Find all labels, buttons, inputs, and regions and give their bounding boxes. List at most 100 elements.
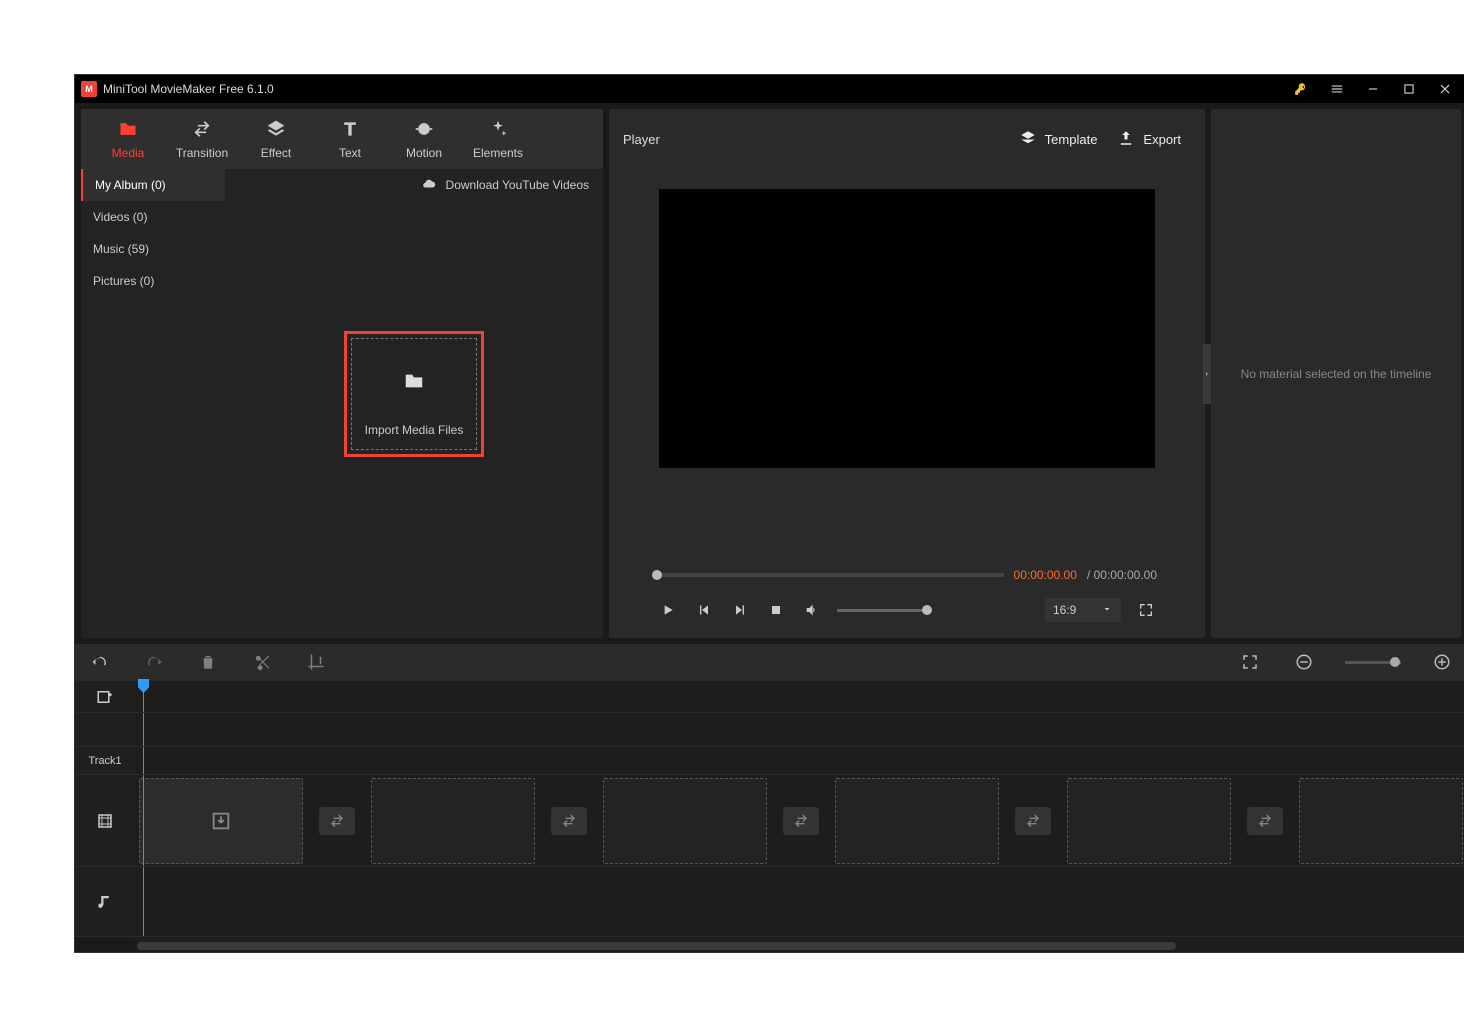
tab-effect[interactable]: Effect	[239, 109, 313, 169]
audio-track-icon	[75, 867, 135, 936]
app-window: M MiniTool MovieMaker Free 6.1.0 Media T…	[74, 74, 1464, 953]
download-youtube-button[interactable]: Download YouTube Videos	[225, 169, 603, 201]
zoom-thumb[interactable]	[1390, 657, 1400, 667]
add-track-button[interactable]	[75, 681, 135, 712]
timeline: Track1	[75, 680, 1464, 952]
prev-frame-button[interactable]	[693, 599, 715, 621]
clip-slot[interactable]	[139, 778, 303, 864]
properties-empty-message: No material selected on the timeline	[1211, 367, 1461, 381]
transition-slot[interactable]	[551, 807, 587, 835]
tab-motion-label: Motion	[406, 146, 442, 160]
crop-button[interactable]	[303, 649, 329, 675]
media-sidebar: My Album (0) Videos (0) Music (59) Pictu…	[81, 169, 225, 638]
import-clip-icon	[210, 810, 232, 832]
aspect-ratio-value: 16:9	[1053, 603, 1076, 617]
template-icon	[1019, 129, 1037, 150]
sidebar-item-music[interactable]: Music (59)	[81, 233, 225, 265]
undo-button[interactable]	[87, 649, 113, 675]
export-icon	[1117, 129, 1135, 150]
tab-transition-label: Transition	[176, 146, 228, 160]
library-panel: Media Transition Effect Text Motion	[81, 109, 603, 638]
template-label: Template	[1045, 132, 1098, 147]
play-button[interactable]	[657, 599, 679, 621]
cloud-download-icon	[420, 177, 438, 194]
close-button[interactable]	[1429, 76, 1461, 102]
elements-icon	[488, 119, 508, 142]
transition-slot[interactable]	[783, 807, 819, 835]
sidebar-item-label: My Album (0)	[95, 178, 166, 192]
next-frame-button[interactable]	[729, 599, 751, 621]
transition-slot[interactable]	[1015, 807, 1051, 835]
edit-toolbar	[75, 644, 1464, 680]
expand-properties-button[interactable]	[1203, 344, 1211, 404]
hamburger-menu-button[interactable]	[1321, 76, 1353, 102]
swap-icon	[793, 813, 809, 829]
timeline-scrollbar[interactable]	[135, 942, 1464, 950]
maximize-button[interactable]	[1393, 76, 1425, 102]
tab-media-label: Media	[112, 146, 145, 160]
transition-slot[interactable]	[1247, 807, 1283, 835]
titlebar: M MiniTool MovieMaker Free 6.1.0	[75, 75, 1464, 103]
split-button[interactable]	[249, 649, 275, 675]
tab-transition[interactable]: Transition	[165, 109, 239, 169]
effect-icon	[266, 119, 286, 142]
scrollbar-thumb[interactable]	[137, 942, 1176, 950]
tab-elements-label: Elements	[473, 146, 523, 160]
transition-slot[interactable]	[319, 807, 355, 835]
redo-button[interactable]	[141, 649, 167, 675]
player-panel: Player Template Export 00:00:00.00 / 00:…	[609, 109, 1205, 638]
aspect-ratio-select[interactable]: 16:9	[1045, 598, 1121, 622]
export-button[interactable]: Export	[1107, 129, 1191, 150]
clip-slot[interactable]	[1299, 778, 1463, 864]
tab-media[interactable]: Media	[91, 109, 165, 169]
delete-button[interactable]	[195, 649, 221, 675]
zoom-slider[interactable]	[1345, 661, 1401, 664]
playhead[interactable]	[143, 681, 144, 712]
fit-timeline-button[interactable]	[1237, 649, 1263, 675]
clip-slot[interactable]	[1067, 778, 1231, 864]
sidebar-item-label: Videos (0)	[93, 210, 147, 224]
swap-icon	[1025, 813, 1041, 829]
clip-slot[interactable]	[371, 778, 535, 864]
player-header-label: Player	[623, 132, 660, 147]
folder-icon	[118, 119, 138, 142]
import-media-label: Import Media Files	[365, 423, 464, 437]
video-track[interactable]	[135, 775, 1464, 866]
activate-key-button[interactable]	[1285, 76, 1317, 102]
tab-text[interactable]: Text	[313, 109, 387, 169]
folder-icon	[401, 370, 427, 395]
app-title: MiniTool MovieMaker Free 6.1.0	[103, 82, 274, 96]
clip-slot[interactable]	[835, 778, 999, 864]
import-media-button[interactable]: Import Media Files	[344, 331, 484, 457]
text-icon	[340, 119, 360, 142]
volume-slider[interactable]	[837, 609, 927, 612]
minimize-button[interactable]	[1357, 76, 1389, 102]
zoom-in-button[interactable]	[1429, 649, 1455, 675]
transition-icon	[192, 119, 212, 142]
tab-motion[interactable]: Motion	[387, 109, 461, 169]
seek-thumb[interactable]	[652, 570, 662, 580]
zoom-out-button[interactable]	[1291, 649, 1317, 675]
track-label: Track1	[75, 747, 135, 774]
seek-slider[interactable]	[657, 573, 1004, 577]
export-label: Export	[1143, 132, 1181, 147]
motion-icon	[414, 119, 434, 142]
tab-elements[interactable]: Elements	[461, 109, 535, 169]
clip-slot[interactable]	[603, 778, 767, 864]
swap-icon	[1257, 813, 1273, 829]
fullscreen-button[interactable]	[1135, 599, 1157, 621]
template-button[interactable]: Template	[1009, 129, 1108, 150]
volume-thumb[interactable]	[922, 605, 932, 615]
video-track-icon	[75, 775, 135, 866]
sidebar-item-my-album[interactable]: My Album (0)	[81, 169, 225, 201]
stop-button[interactable]	[765, 599, 787, 621]
volume-button[interactable]	[801, 599, 823, 621]
timeline-ruler[interactable]	[135, 681, 1464, 712]
sidebar-item-videos[interactable]: Videos (0)	[81, 201, 225, 233]
download-youtube-label: Download YouTube Videos	[446, 178, 589, 192]
sidebar-item-pictures[interactable]: Pictures (0)	[81, 265, 225, 297]
duration-time: / 00:00:00.00	[1087, 568, 1157, 582]
audio-track[interactable]	[135, 867, 1464, 936]
sidebar-item-label: Music (59)	[93, 242, 149, 256]
video-preview[interactable]	[659, 189, 1155, 468]
